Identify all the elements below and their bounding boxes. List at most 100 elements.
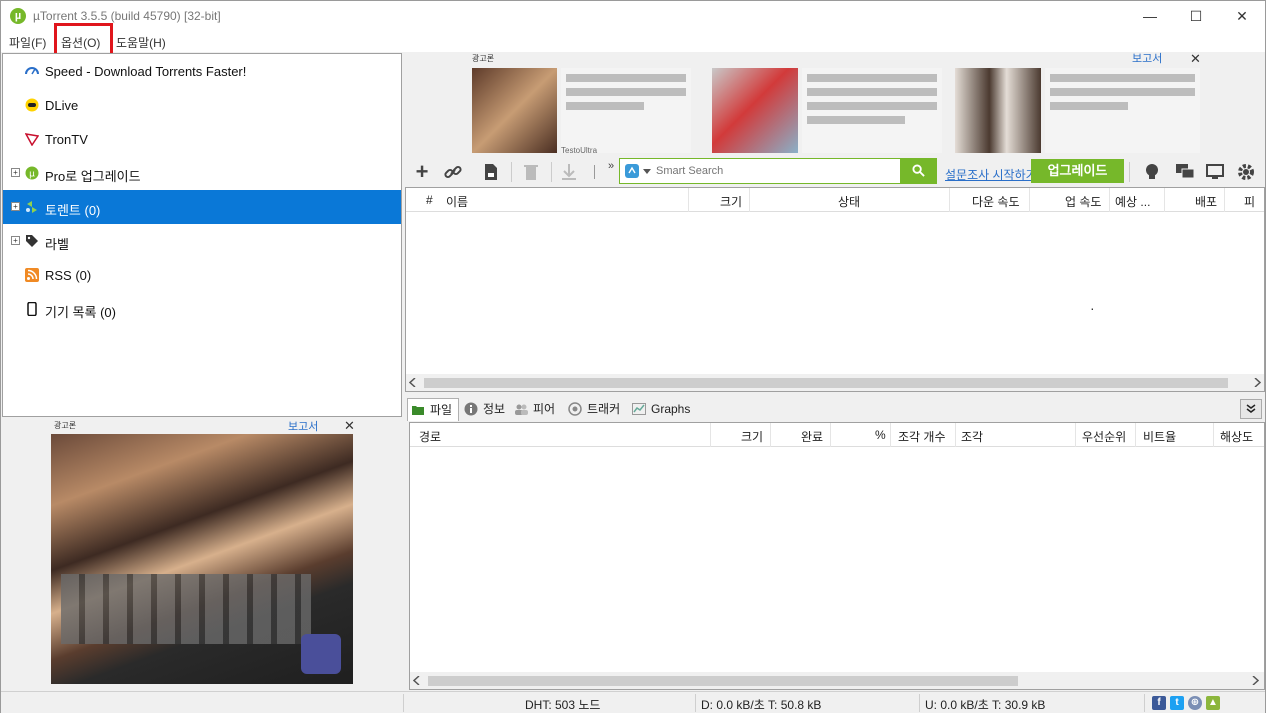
remove-torrent-icon[interactable]: [521, 162, 541, 182]
column-separator[interactable]: [1224, 188, 1225, 212]
column-header-seeds[interactable]: 배포: [1195, 193, 1217, 210]
expand-toggle-icon[interactable]: +: [11, 202, 20, 211]
ad-tile-image[interactable]: [712, 68, 798, 153]
lightbulb-icon[interactable]: [1142, 162, 1162, 182]
ad-report-link[interactable]: 보고서: [288, 418, 318, 434]
tab-peers[interactable]: 피어: [511, 398, 563, 421]
tab-info[interactable]: 정보: [461, 398, 511, 421]
scroll-left-icon[interactable]: [409, 378, 417, 387]
close-button[interactable]: ✕: [1219, 1, 1265, 31]
menu-help[interactable]: 도움말(H): [116, 34, 166, 51]
horizontal-scrollbar[interactable]: [410, 672, 1264, 689]
add-torrent-icon[interactable]: +: [412, 161, 432, 183]
maximize-button[interactable]: ☐: [1173, 1, 1219, 31]
torrent-list[interactable]: # 이름 크기 상태 다운 속도 업 속도 예상 ... 배포 피 ·: [405, 187, 1265, 392]
column-header-resolution[interactable]: 해상도: [1220, 428, 1253, 445]
menu-file[interactable]: 파일(F): [9, 34, 46, 51]
column-header-download-speed[interactable]: 다운 속도: [972, 193, 1020, 210]
column-header-pieces[interactable]: 조각: [961, 428, 983, 445]
column-separator[interactable]: [688, 188, 689, 212]
search-input[interactable]: [656, 162, 896, 180]
sidebar-item-torrents[interactable]: + 토렌트 (0): [3, 190, 401, 224]
expand-toggle-icon[interactable]: +: [11, 168, 20, 177]
utorrent-pro-icon: µ: [25, 166, 39, 180]
remote-monitor-icon[interactable]: [1205, 162, 1225, 182]
file-list[interactable]: 경로 크기 완료 % 조각 개수 조각 우선순위 비트율 해상도: [409, 422, 1265, 690]
column-separator[interactable]: [1135, 423, 1136, 447]
ad-tile-image[interactable]: [955, 68, 1041, 153]
column-separator[interactable]: [710, 423, 711, 447]
upgrade-button[interactable]: 업그레이드: [1031, 159, 1124, 183]
chat-icon[interactable]: [1175, 162, 1195, 182]
column-header-size[interactable]: 크기: [741, 428, 763, 445]
sidebar-item-pro-upgrade[interactable]: + µ Pro로 업그레이드: [3, 156, 401, 190]
column-header-name[interactable]: 이름: [446, 193, 468, 210]
scroll-right-icon[interactable]: [1251, 676, 1259, 685]
search-provider-icon[interactable]: [625, 164, 639, 178]
column-separator[interactable]: [1109, 188, 1110, 212]
column-separator[interactable]: [1213, 423, 1214, 447]
expand-toggle-icon[interactable]: +: [11, 236, 20, 245]
scroll-right-icon[interactable]: [1253, 378, 1261, 387]
column-separator[interactable]: [955, 423, 956, 447]
minimize-button[interactable]: —: [1127, 1, 1173, 31]
column-header-path[interactable]: 경로: [419, 428, 441, 445]
sidebar-item-trontv[interactable]: TronTV: [3, 122, 401, 156]
sidebar-item-dlive[interactable]: DLive: [3, 88, 401, 122]
toolbar-overflow-icon[interactable]: »: [601, 156, 621, 176]
sidebar-item-rss[interactable]: RSS (0): [3, 258, 401, 292]
chevron-down-icon[interactable]: [643, 169, 651, 175]
ad-tile-text[interactable]: [802, 68, 942, 153]
facebook-icon[interactable]: f: [1152, 696, 1166, 710]
scrollbar-thumb[interactable]: [428, 676, 1018, 686]
horizontal-scrollbar[interactable]: [406, 374, 1264, 391]
column-header-size[interactable]: 크기: [720, 193, 742, 210]
column-header-piece-count[interactable]: 조각 개수: [898, 428, 946, 445]
column-separator[interactable]: [1164, 188, 1165, 212]
column-separator[interactable]: [830, 423, 831, 447]
ad-tile-text[interactable]: [561, 68, 691, 153]
column-header-priority[interactable]: 우선순위: [1082, 428, 1126, 445]
tab-files[interactable]: 파일: [407, 398, 459, 421]
start-download-icon[interactable]: [559, 162, 579, 182]
column-header-number[interactable]: #: [426, 193, 433, 207]
collapse-panel-button[interactable]: [1240, 399, 1262, 419]
column-header-eta[interactable]: 예상 ...: [1115, 193, 1150, 210]
column-separator[interactable]: [1075, 423, 1076, 447]
column-header-percent[interactable]: %: [875, 428, 886, 442]
ad-tile-image[interactable]: [472, 68, 557, 153]
globe-icon[interactable]: ⊕: [1188, 696, 1202, 710]
sidebar-item-speed[interactable]: Speed - Download Torrents Faster!: [3, 54, 401, 88]
ad-tile-text[interactable]: [1045, 68, 1200, 153]
column-header-status[interactable]: 상태: [838, 193, 860, 210]
ad-close-icon[interactable]: ✕: [1190, 51, 1201, 67]
ad-close-icon[interactable]: ✕: [344, 418, 355, 434]
ad-image[interactable]: [51, 434, 353, 684]
column-separator[interactable]: [890, 423, 891, 447]
dlive-icon: [25, 98, 39, 112]
scroll-left-icon[interactable]: [413, 676, 421, 685]
column-header-peers[interactable]: 피: [1244, 193, 1255, 210]
column-separator[interactable]: [1029, 188, 1030, 212]
search-button[interactable]: [900, 159, 936, 183]
twitter-icon[interactable]: t: [1170, 696, 1184, 710]
column-header-done[interactable]: 완료: [801, 428, 823, 445]
column-header-bitrate[interactable]: 비트율: [1143, 428, 1176, 445]
column-separator[interactable]: [770, 423, 771, 447]
tab-trackers[interactable]: 트래커: [565, 398, 627, 421]
add-url-link-icon[interactable]: [443, 162, 463, 182]
sidebar-item-labels[interactable]: + 라벨: [3, 224, 401, 258]
tab-label: 정보: [483, 402, 506, 416]
column-header-upload-speed[interactable]: 업 속도: [1065, 193, 1101, 210]
ad-report-link[interactable]: 보고서: [1132, 50, 1162, 66]
sidebar-item-devices[interactable]: 기기 목록 (0): [3, 292, 401, 326]
column-separator[interactable]: [949, 188, 950, 212]
scrollbar-thumb[interactable]: [424, 378, 1228, 388]
column-separator[interactable]: [749, 188, 750, 212]
toolbar: + » 설문조사 시작하기 업그레이드: [405, 156, 1265, 187]
android-icon[interactable]: ▲: [1206, 696, 1220, 710]
gear-icon[interactable]: [1236, 162, 1256, 182]
tab-graphs[interactable]: Graphs: [629, 398, 691, 421]
create-torrent-icon[interactable]: [481, 162, 501, 182]
survey-link[interactable]: 설문조사 시작하기: [945, 166, 1037, 183]
